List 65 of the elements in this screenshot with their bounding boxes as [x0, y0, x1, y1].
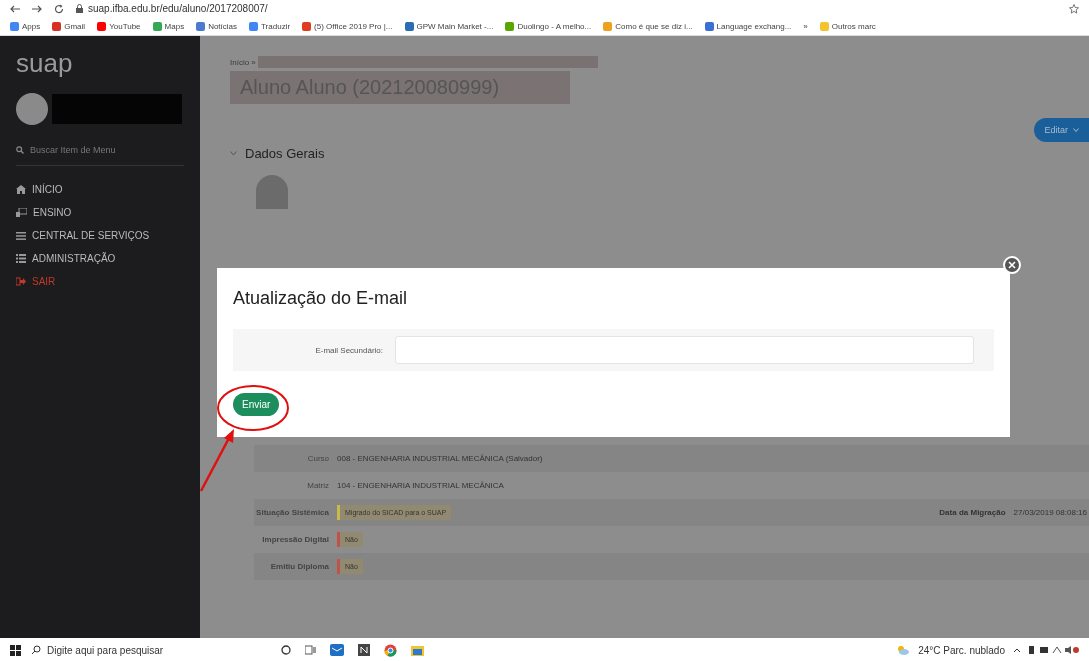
task-view-icon[interactable]: [305, 645, 316, 655]
field-label: Matriz: [306, 481, 330, 490]
field-label: Situação Sistêmica: [255, 508, 330, 517]
bookmark-link[interactable]: (5) Office 2019 Pro |...: [314, 21, 393, 31]
dialog-title: Atualização do E-mail: [233, 288, 409, 309]
bookmark-link[interactable]: Language exchang...: [716, 21, 792, 31]
field-value: 104 - ENGENHARIA INDUSTRIAL MECÂNICA: [337, 481, 504, 490]
field-value: 008 - ENGENHARIA INDUSTRIAL MECÂNICA (Salvador): [337, 454, 543, 463]
field-label: Data da Migração: [939, 508, 1006, 517]
address-bar[interactable]: suap.ifba.edu.br/edu/aluno/2017208007/: [88, 3, 268, 14]
forward-arrow-icon[interactable]: [32, 4, 42, 13]
search-icon: [31, 645, 41, 655]
email-input-field[interactable]: [395, 336, 974, 364]
windows-start-icon[interactable]: [10, 644, 21, 656]
browser-icon[interactable]: [384, 643, 397, 657]
bookmark-link[interactable]: Gmail: [64, 21, 86, 31]
list-icon: [16, 231, 26, 240]
bookmark-link[interactable]: Outros marc: [831, 21, 876, 31]
monitor-icon: [16, 208, 27, 217]
back-arrow-icon[interactable]: [10, 4, 20, 13]
field-value: 27/03/2019 08:08:16: [1013, 508, 1087, 517]
star-icon[interactable]: [1069, 3, 1079, 14]
avatar-placeholder: [16, 93, 48, 125]
annotation-ellipse: [217, 385, 289, 431]
field-label: Emitiu Diploma: [269, 562, 330, 571]
checklist-icon: [16, 254, 26, 263]
menu-search-field[interactable]: Buscar Item de Menu: [30, 145, 116, 155]
app-logo[interactable]: suap: [16, 48, 184, 79]
menu-item[interactable]: INÍCIO: [32, 184, 63, 195]
annotation-arrow: [199, 429, 234, 492]
lock-icon: [76, 4, 83, 13]
field-label: Impressão Digital: [261, 535, 330, 544]
notebook-icon[interactable]: [358, 644, 370, 656]
tray-caret-icon[interactable]: [1013, 647, 1021, 653]
logout-icon: [16, 277, 26, 286]
house-icon: [16, 185, 26, 194]
bookmark-link[interactable]: Apps: [22, 21, 41, 31]
bookmark-link[interactable]: GPW Main Market -...: [416, 21, 494, 31]
menu-item[interactable]: CENTRAL DE SERVIÇOS: [32, 230, 150, 241]
bookmark-link[interactable]: »: [803, 21, 808, 31]
weather-cloud-icon: [896, 645, 911, 655]
tray-icons-drawing: [1029, 645, 1079, 655]
breadcrumb-link[interactable]: Início »: [230, 57, 256, 67]
search-icon: [16, 146, 24, 154]
weather-text[interactable]: 24°C Parc. nublado: [918, 644, 1005, 656]
reload-icon[interactable]: [54, 3, 64, 14]
bookmark-link[interactable]: Como é que se diz i...: [615, 21, 693, 31]
field-label: E-mail Secundário:: [314, 345, 383, 355]
person-silhouette-icon: [254, 175, 290, 209]
bookmark-link[interactable]: Traduzir: [261, 21, 291, 31]
circle-icon[interactable]: [281, 645, 291, 655]
bookmark-link[interactable]: Notícias: [208, 21, 238, 31]
menu-item[interactable]: ENSINO: [33, 207, 72, 218]
menu-item[interactable]: ADMINISTRAÇÃO: [32, 253, 116, 264]
edit-button[interactable]: Editar: [1034, 118, 1089, 142]
caret-icon: [1073, 128, 1079, 132]
close-icon[interactable]: [1003, 256, 1021, 274]
folder-icon[interactable]: [411, 644, 424, 656]
bookmark-link[interactable]: Maps: [164, 21, 185, 31]
bookmark-link[interactable]: YouTube: [109, 21, 141, 31]
taskbar-search-field[interactable]: Digite aqui para pesquisar: [47, 644, 164, 656]
submit-button[interactable]: Enviar: [233, 393, 280, 416]
section-title: Dados Gerais: [245, 146, 325, 161]
bookmark-link[interactable]: Duolingo - A melho...: [517, 21, 592, 31]
mail-icon[interactable]: [330, 644, 344, 656]
